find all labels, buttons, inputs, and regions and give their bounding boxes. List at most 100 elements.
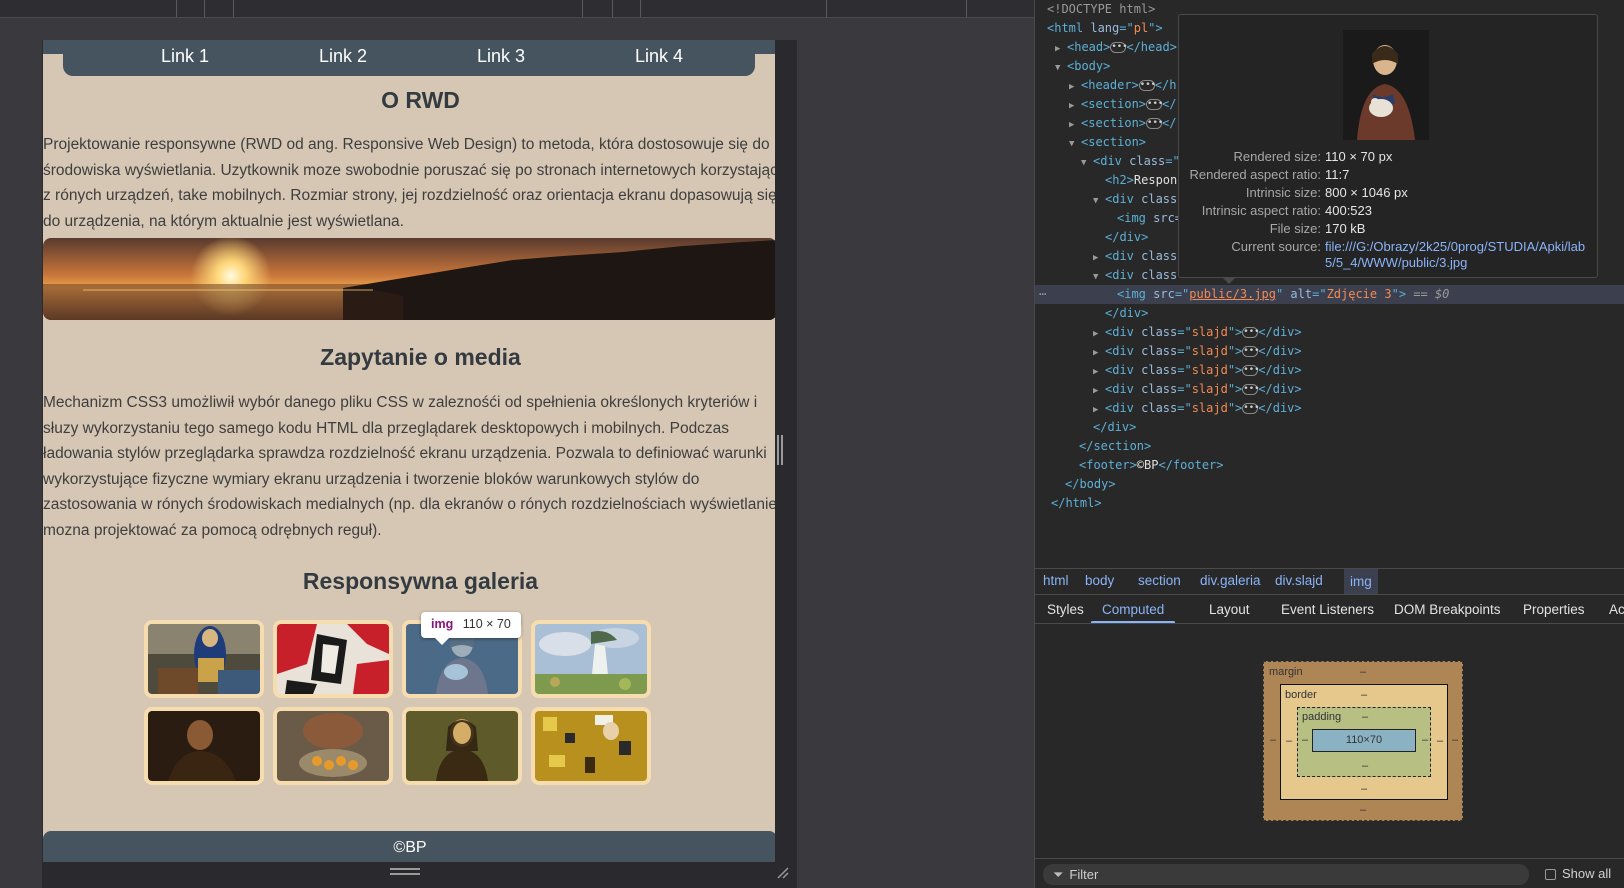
file-size-label: File size:: [1269, 221, 1321, 236]
dom-body-close[interactable]: </body>: [1065, 475, 1116, 494]
nav-link-1[interactable]: Link 1: [161, 46, 209, 67]
dom-div-slajd-1[interactable]: ▼ <div class: [1093, 190, 1177, 209]
dom-div-slajd-7[interactable]: ▶ <div class="slajd">•••</div>: [1093, 380, 1302, 399]
tab-layout[interactable]: Layout: [1209, 602, 1250, 617]
ruler-tick: [176, 0, 177, 17]
gallery-thumb-7[interactable]: [402, 707, 522, 785]
dom-doctype[interactable]: <!DOCTYPE html>: [1047, 0, 1155, 19]
popup-arrow: [1222, 277, 1236, 284]
dom-div-slajd-2[interactable]: ▶ <div class: [1093, 247, 1177, 266]
tooltip-arrow: [435, 638, 449, 645]
dom-header[interactable]: ▶ <header>•••</h: [1069, 76, 1176, 95]
computed-filter-bar: ⏷ Filter Show all: [1035, 858, 1624, 888]
breadcrumb-div-slajd[interactable]: div.slajd: [1275, 573, 1323, 588]
dom-head[interactable]: ▶ <head>•••</head>: [1055, 38, 1177, 57]
margin-left-value: –: [1270, 734, 1277, 746]
gallery-thumb-2[interactable]: [273, 620, 393, 698]
gallery-thumb-4[interactable]: [531, 620, 651, 698]
padding-left-value: –: [1302, 734, 1309, 746]
padding-label: padding: [1302, 711, 1342, 723]
dom-div-slajd-8[interactable]: ▶ <div class="slajd">•••</div>: [1093, 399, 1302, 418]
image-preview-popup: Rendered size: 110 × 70 px Rendered aspec…: [1178, 14, 1598, 278]
breadcrumb: html body section div.galeria div.slajd …: [1035, 568, 1624, 594]
element-hover-tooltip: img 110 × 70: [421, 612, 521, 645]
viewport-resize-handle[interactable]: [777, 435, 783, 465]
breadcrumb-html[interactable]: html: [1043, 573, 1069, 588]
show-all-label: Show all: [1562, 866, 1612, 881]
dom-div-galeria-close[interactable]: </div>: [1093, 418, 1136, 437]
tab-accessibility[interactable]: Accessibility: [1609, 602, 1624, 617]
show-all-toggle[interactable]: Show all: [1545, 866, 1611, 881]
current-source-label: Current source:: [1231, 239, 1321, 254]
nav-link-4[interactable]: Link 4: [635, 46, 683, 67]
breadcrumb-div-galeria[interactable]: div.galeria: [1200, 573, 1261, 588]
gallery-image-mona-lisa: [406, 711, 518, 781]
gallery-image-abstract: [277, 624, 389, 694]
gallery-thumb-8[interactable]: [531, 707, 651, 785]
intro-paragraph: Projektowanie responsywne (RWD od ang. R…: [43, 136, 778, 230]
box-model-border[interactable]: border – – – – padding – – – – 110×70: [1280, 684, 1448, 800]
padding-right-value: –: [1422, 734, 1429, 746]
box-model-margin[interactable]: margin – – – – border – – – – padding – …: [1263, 661, 1463, 821]
gallery-thumb-1[interactable]: [144, 620, 264, 698]
dom-div-close-1[interactable]: </div>: [1105, 228, 1148, 247]
dom-img-1[interactable]: <img src=: [1117, 209, 1182, 228]
rendered-size-value: 110 × 70 px: [1325, 149, 1393, 164]
show-all-checkbox[interactable]: [1545, 869, 1556, 881]
gallery-thumb-6[interactable]: [273, 707, 393, 785]
dom-h2[interactable]: <h2>Respon: [1105, 171, 1177, 190]
border-label: border: [1285, 689, 1317, 701]
resize-corner-icon[interactable]: [774, 864, 790, 880]
tab-styles[interactable]: Styles: [1047, 602, 1084, 617]
breadcrumb-body[interactable]: body: [1085, 573, 1114, 588]
dom-footer[interactable]: <footer>©BP</footer>: [1079, 456, 1224, 475]
breadcrumb-img[interactable]: img: [1344, 569, 1378, 594]
current-source-link[interactable]: file:///G:/Obrazy/2k25/0prog/STUDIA/Apki…: [1325, 239, 1593, 271]
margin-label: margin: [1269, 666, 1303, 678]
sunset-banner-image: [43, 238, 777, 320]
dom-div-slajd-5[interactable]: ▶ <div class="slajd">•••</div>: [1093, 342, 1302, 361]
margin-top-value: –: [1360, 666, 1367, 678]
tab-dom-breakpoints[interactable]: DOM Breakpoints: [1394, 602, 1501, 617]
dom-div-slajd-4[interactable]: ▶ <div class="slajd">•••</div>: [1093, 323, 1302, 342]
box-model-padding[interactable]: padding – – – – 110×70: [1297, 707, 1431, 777]
border-left-value: –: [1286, 735, 1293, 747]
dom-div-close-3[interactable]: </div>: [1105, 304, 1148, 323]
nav-link-3[interactable]: Link 3: [477, 46, 525, 67]
image-preview: [1343, 30, 1429, 140]
gallery-image-oranges-basket: [277, 711, 389, 781]
filter-input[interactable]: ⏷ Filter: [1043, 864, 1529, 885]
gallery-heading: Responsywna galeria: [302, 568, 539, 594]
rendered-ratio-label: Rendered aspect ratio:: [1189, 167, 1321, 182]
dom-section-2[interactable]: ▶ <section>•••</: [1069, 114, 1176, 133]
tab-properties[interactable]: Properties: [1523, 602, 1585, 617]
tab-event-listeners[interactable]: Event Listeners: [1281, 602, 1374, 617]
gallery-image-milkmaid: [148, 624, 260, 694]
dom-html[interactable]: <html lang="pl">: [1047, 19, 1163, 38]
intrinsic-size-label: Intrinsic size:: [1245, 185, 1321, 200]
dom-div-slajd-6[interactable]: ▶ <div class="slajd">•••</div>: [1093, 361, 1302, 380]
gallery-image-woman-with-parasol: [535, 624, 647, 694]
dom-selected-img[interactable]: ⋯ <img src="public/3.jpg" alt="Zdjęcie 3"…: [1035, 285, 1624, 304]
box-model-content[interactable]: 110×70: [1312, 729, 1416, 752]
tab-computed[interactable]: Computed: [1102, 602, 1164, 617]
dom-div-slajd-3[interactable]: ▼ <div class: [1093, 266, 1177, 285]
dom-section-3[interactable]: ▼ <section>: [1069, 133, 1146, 152]
tooltip-size: 110 × 70: [462, 617, 511, 631]
dom-html-close[interactable]: </html>: [1051, 494, 1102, 513]
padding-bottom-value: –: [1362, 760, 1369, 772]
nav-link-2[interactable]: Link 2: [319, 46, 367, 67]
dom-section-close[interactable]: </section>: [1079, 437, 1151, 456]
gallery-thumb-5[interactable]: [144, 707, 264, 785]
intrinsic-ratio-value: 400:523: [1325, 203, 1372, 218]
intrinsic-size-value: 800 × 1046 px: [1325, 185, 1408, 200]
breadcrumb-section[interactable]: section: [1138, 573, 1181, 588]
dom-section-1[interactable]: ▶ <section>•••</: [1069, 95, 1176, 114]
border-bottom-value: –: [1361, 783, 1368, 795]
dom-div-galeria[interactable]: ▼ <div class=": [1081, 152, 1180, 171]
ruler-tick: [966, 0, 967, 17]
dom-body[interactable]: ▼ <body>: [1055, 57, 1110, 76]
gallery-image-portrait-dark: [148, 711, 260, 781]
viewport-height-grip[interactable]: [390, 868, 420, 875]
main-nav: Link 1 Link 2 Link 3 Link 4: [63, 40, 755, 76]
